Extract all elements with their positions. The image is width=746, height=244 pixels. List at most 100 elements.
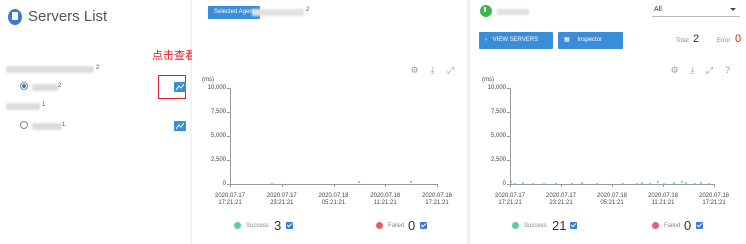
inspector-label: Inspector [577, 37, 603, 43]
x-tick-mark [385, 184, 387, 187]
chevron-right-icon: › [485, 37, 487, 43]
legend-success-label: Success [246, 223, 269, 229]
x-tick-mark [612, 184, 613, 187]
agent-item-name [32, 123, 62, 130]
data-point [699, 182, 702, 185]
legend-success-label: Success [524, 223, 547, 229]
agent-group-name [6, 66, 94, 73]
y-tick-label: 2,500 [210, 157, 226, 163]
x-tick-label: 2020.07.17 23:21:21 [266, 193, 297, 206]
legend-success-checkbox [286, 222, 293, 229]
x-tick-label: 2020.07.18 17:21:21 [421, 193, 453, 206]
x-tick-mark [561, 184, 562, 187]
server-name [497, 9, 529, 15]
legend-failed-label: Failed [388, 223, 405, 229]
agent-radio[interactable] [20, 121, 28, 129]
y-tick-label: 5,000 [210, 133, 226, 139]
y-tick-label: 0 [502, 181, 506, 187]
y-axis-label: (ms) [482, 77, 494, 83]
selected-agent-suffix: 2 [306, 7, 310, 13]
filter-select-value: All [654, 6, 662, 13]
y-axis-label: (ms) [202, 77, 214, 83]
fullscreen-icon[interactable]: ⤢ [446, 66, 455, 75]
x-tick-mark [230, 184, 231, 187]
y-axis-line [510, 88, 511, 184]
y-tick-label: 0 [222, 181, 226, 187]
chart-icon: ▦ [564, 37, 570, 43]
agent-radio-selected[interactable] [20, 82, 28, 90]
agent-item-suffix: 2 [58, 83, 62, 89]
servers-list-panel: Servers List [0, 0, 190, 244]
download-icon[interactable]: ⤓ [428, 66, 437, 75]
x-tick-mark [437, 184, 438, 187]
legend-success-dot [234, 222, 241, 229]
chart-icon[interactable] [174, 121, 186, 131]
y-tick-label: 10,000 [207, 85, 226, 91]
agent-group-suffix: 1 [42, 102, 46, 108]
gear-icon[interactable]: ⚙ [670, 66, 679, 75]
servers-list-header: Servers List [8, 8, 107, 25]
chart-icon[interactable] [174, 82, 186, 92]
legend-failed-dot [376, 222, 383, 229]
power-icon [480, 5, 492, 17]
total-label: Total [676, 38, 689, 44]
legend-failed-count: 0 [408, 218, 416, 233]
legend-failed-dot [652, 222, 659, 229]
selected-agent-name [252, 9, 304, 16]
inspector-button[interactable]: ▦ Inspector [558, 32, 623, 49]
agent-group-name [6, 103, 40, 110]
file-icon [8, 8, 22, 25]
error-label: Error [717, 38, 731, 44]
x-tick-label: 2020.07.18 11:21:21 [647, 193, 679, 206]
agent-group-suffix: 2 [96, 65, 100, 71]
x-tick-mark [333, 184, 335, 187]
x-tick-label: 2020.07.17 17:21:21 [494, 193, 526, 206]
x-tick-mark [714, 184, 715, 187]
legend-failed-checkbox [420, 222, 427, 229]
view-servers-label: VIEW SERVERS [492, 37, 539, 43]
y-tick-label: 5,000 [490, 133, 506, 139]
data-point [595, 183, 598, 185]
fullscreen-icon[interactable]: ⤢ [705, 66, 714, 75]
data-point [663, 183, 665, 185]
legend-success-checkbox [570, 222, 577, 229]
legend-failed-count: 0 [684, 218, 692, 233]
legend-failed-label: Failed [664, 223, 681, 229]
legend-success-count: 21 [552, 218, 567, 233]
data-point [554, 183, 557, 185]
x-tick-label: 2020.07.17 23:21:21 [545, 193, 577, 206]
view-servers-button[interactable]: › VIEW SERVERS [479, 32, 553, 49]
y-tick-label: 7,500 [210, 109, 226, 115]
x-tick-label: 2020.07.18 17:21:21 [698, 193, 730, 206]
x-tick-label: 2020.07.18 11:21:21 [370, 193, 401, 206]
x-tick-mark [281, 184, 283, 187]
y-tick-label: 10,000 [487, 85, 506, 91]
filter-select[interactable]: All [652, 3, 740, 17]
x-tick-label: 2020.07.18 05:21:21 [596, 193, 628, 206]
selected-agent-panel [192, 0, 467, 244]
data-point [707, 183, 710, 185]
legend-success-dot [512, 222, 519, 229]
download-icon[interactable]: ⤓ [688, 66, 697, 75]
page-title: Servers List [28, 8, 108, 25]
x-tick-mark [510, 184, 511, 187]
data-point [656, 181, 659, 184]
chevron-down-icon [730, 8, 736, 11]
error-value: 0 [735, 33, 742, 45]
y-tick-label: 2,500 [490, 157, 506, 163]
y-tick-label: 7,500 [490, 109, 506, 115]
data-point [648, 183, 651, 185]
x-tick-label: 2020.07.18 05:21:21 [318, 193, 349, 206]
legend-success-count: 3 [274, 218, 282, 233]
y-axis-line [230, 88, 231, 184]
data-point [640, 182, 643, 185]
gear-icon[interactable]: ⚙ [410, 66, 419, 75]
data-point [542, 182, 545, 185]
legend-failed-checkbox [696, 222, 703, 229]
agent-item-suffix: 1 [62, 122, 66, 128]
agent-item-name [32, 84, 58, 91]
x-tick-label: 2020.07.17 17:21:21 [214, 193, 246, 206]
data-point [693, 183, 696, 185]
total-value: 2 [693, 33, 700, 45]
help-icon[interactable]: ? [723, 66, 732, 75]
